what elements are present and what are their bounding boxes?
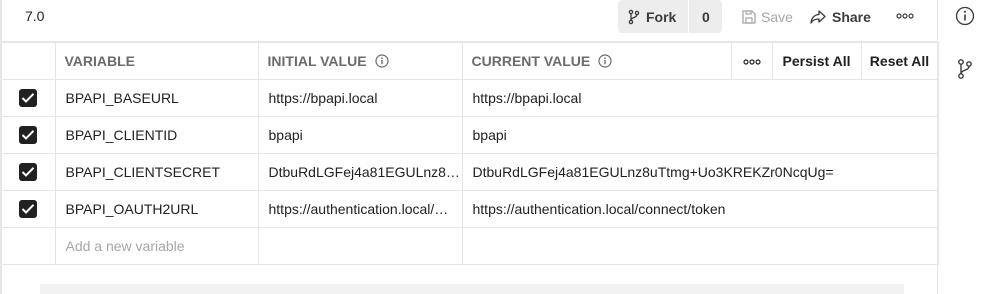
share-icon — [810, 9, 826, 24]
bottom-panel — [40, 284, 904, 294]
add-variable-row: Add a new variable — [2, 227, 939, 265]
header-variable: VARIABLE — [54, 42, 259, 80]
right-sidebar — [939, 0, 999, 294]
more-horizontal-icon[interactable] — [896, 12, 914, 20]
environment-name[interactable]: 7.0 — [25, 8, 44, 24]
initial-value-cell[interactable]: https://bpapi.local — [257, 79, 463, 117]
header-more-button[interactable] — [730, 42, 773, 80]
header-initial-value-label: INITIAL VALUE — [267, 53, 367, 69]
share-label: Share — [832, 8, 871, 25]
variable-name-cell[interactable]: BPAPI_OAUTH2URL — [54, 190, 259, 228]
table-row: BPAPI_OAUTH2URL https://authentication.l… — [2, 190, 939, 228]
current-value-cell[interactable]: DtbuRdLGFej4a81EGULnz8uTtmg+Uo3KREKZr0Nc… — [461, 153, 939, 191]
row-checkbox-cell — [2, 227, 56, 265]
row-checkbox-cell — [2, 190, 56, 228]
save-label: Save — [761, 8, 793, 25]
header-initial-value: INITIAL VALUE — [257, 42, 463, 80]
fork-icon — [628, 9, 640, 24]
add-variable-input[interactable]: Add a new variable — [54, 227, 259, 265]
initial-value-cell[interactable] — [257, 227, 463, 265]
checkbox-checked-icon[interactable] — [19, 163, 38, 182]
fork-group: Fork 0 — [618, 0, 723, 33]
reset-all-button[interactable]: Reset All — [860, 42, 939, 80]
save-icon — [742, 9, 756, 24]
table-row: BPAPI_CLIENTSECRET DtbuRdLGFej4a81EGULnz… — [2, 153, 939, 191]
persist-all-button[interactable]: Persist All — [771, 42, 862, 80]
variable-name-cell[interactable]: BPAPI_CLIENTID — [54, 116, 259, 154]
current-value-cell[interactable]: bpapi — [461, 116, 939, 154]
environment-panel: 7.0 Fork 0 Save Share VARIABLE INITIAL V… — [0, 0, 939, 294]
header-current-value-label: CURRENT VALUE — [471, 53, 591, 69]
row-checkbox-cell — [2, 153, 56, 191]
checkbox-checked-icon[interactable] — [19, 89, 38, 108]
checkbox-checked-icon[interactable] — [19, 200, 38, 219]
environment-header: 7.0 Fork 0 Save Share — [2, 0, 938, 42]
variable-name-cell[interactable]: BPAPI_BASEURL — [54, 79, 259, 117]
fork-icon[interactable] — [957, 58, 973, 80]
initial-value-cell[interactable]: DtbuRdLGFej4a81EGULnz8… — [257, 153, 463, 191]
current-value-cell[interactable] — [461, 227, 939, 265]
table-row: BPAPI_CLIENTID bpapi bpapi — [2, 116, 939, 154]
variables-table: VARIABLE INITIAL VALUE CURRENT VALUE Per… — [2, 42, 939, 265]
current-value-cell[interactable]: https://authentication.local/connect/tok… — [461, 190, 939, 228]
initial-value-cell[interactable]: bpapi — [257, 116, 463, 154]
more-horizontal-icon — [742, 59, 761, 65]
save-button[interactable]: Save — [741, 0, 793, 33]
fork-button[interactable]: Fork — [618, 0, 688, 33]
header-variable-label: VARIABLE — [64, 53, 136, 69]
variable-name-cell[interactable]: BPAPI_CLIENTSECRET — [54, 153, 259, 191]
row-checkbox-cell — [2, 79, 56, 117]
header-checkbox-column — [2, 42, 56, 80]
fork-count[interactable]: 0 — [688, 0, 722, 33]
info-icon[interactable] — [955, 6, 975, 26]
table-row: BPAPI_BASEURL https://bpapi.local https:… — [2, 79, 939, 117]
row-checkbox-cell — [2, 116, 56, 154]
initial-value-cell[interactable]: https://authentication.local/… — [257, 190, 463, 228]
fork-label: Fork — [646, 8, 677, 25]
table-header-row: VARIABLE INITIAL VALUE CURRENT VALUE Per… — [2, 42, 939, 80]
current-value-cell[interactable]: https://bpapi.local — [461, 79, 939, 117]
checkbox-checked-icon[interactable] — [19, 126, 38, 145]
header-current-value: CURRENT VALUE — [461, 42, 732, 80]
share-button[interactable]: Share — [810, 0, 871, 33]
info-icon[interactable] — [374, 54, 389, 68]
info-icon[interactable] — [598, 54, 612, 68]
